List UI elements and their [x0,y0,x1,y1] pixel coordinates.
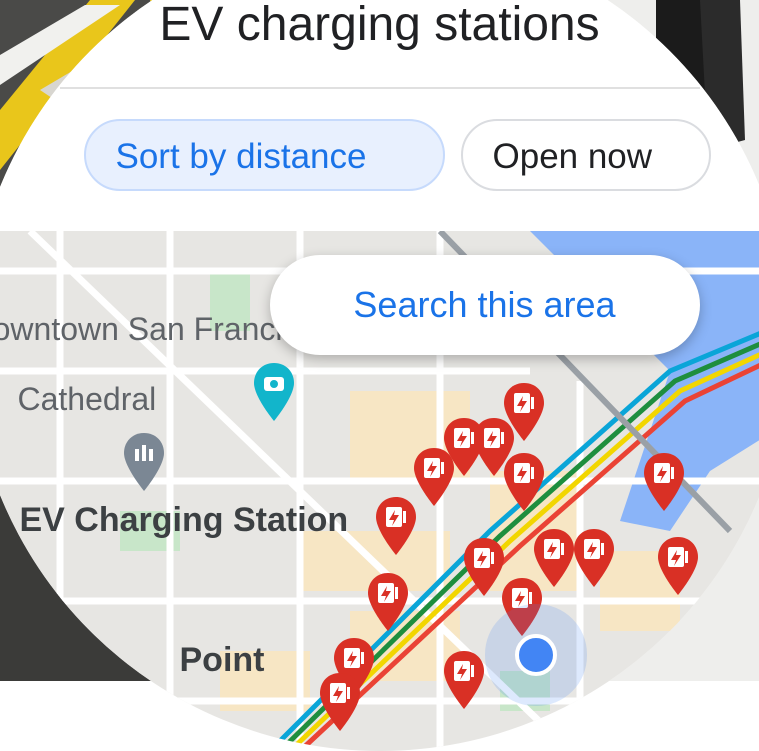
map-label-cathedral: Cathedral [18,381,157,418]
camera-pin-icon[interactable] [250,361,298,425]
ev-charger-pin-icon[interactable] [372,495,420,559]
ev-charger-pin-icon[interactable] [640,451,688,515]
ev-charger-pin-icon[interactable] [498,576,546,640]
watch-screen: EV charging stations Sort by distance Op… [0,0,759,751]
sort-by-distance-chip[interactable]: Sort by distance [84,119,445,191]
ev-charger-pin-icon[interactable] [316,671,364,735]
ev-charger-pin-icon[interactable] [570,527,618,591]
ev-charger-pin-icon[interactable] [500,451,548,515]
current-location-dot-icon [515,634,557,676]
map-label-ev-station: EV Charging Station [20,501,349,540]
ev-charger-pin-icon[interactable] [364,571,412,635]
map-view[interactable]: Downtown San Francisco Cathedral EV Char… [0,231,759,751]
ev-charger-pin-icon[interactable] [654,535,702,599]
header-divider [60,87,700,89]
open-now-chip[interactable]: Open now [461,119,711,191]
search-header: EV charging stations Sort by distance Op… [0,0,759,231]
map-label-point: Point [180,641,265,680]
search-this-area-button[interactable]: Search this area [270,255,700,355]
landmark-pin-icon[interactable] [120,431,168,495]
search-query-text[interactable]: EV charging stations [0,0,759,52]
